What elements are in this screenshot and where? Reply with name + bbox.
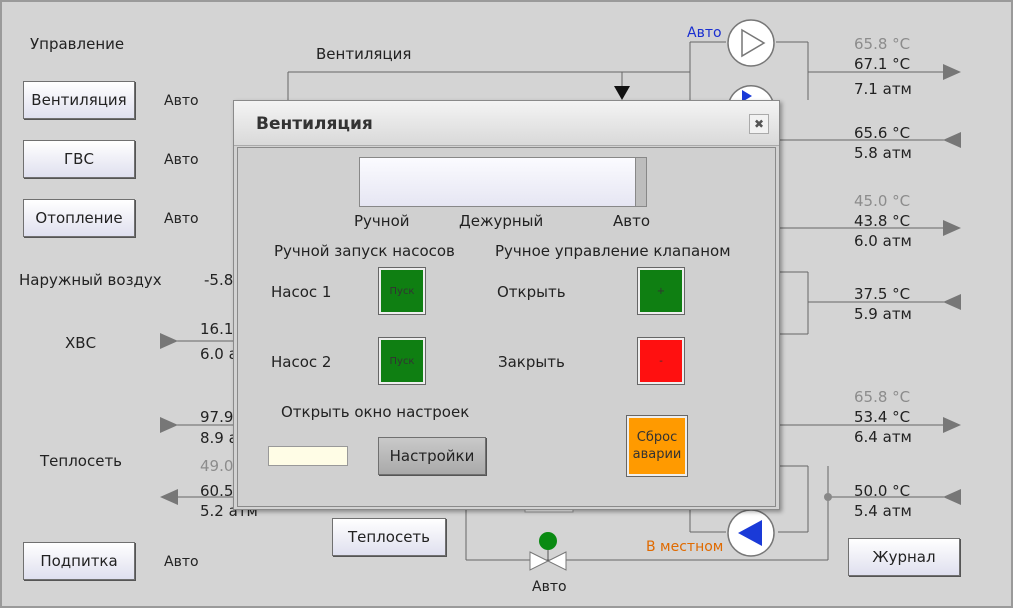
close-icon[interactable]: ✖	[749, 114, 769, 134]
net-out-temp: 60.5	[200, 482, 234, 500]
valve-close-label: Закрыть	[498, 353, 565, 371]
mode-slider[interactable]	[359, 157, 647, 207]
right-6-temp: 50.0 °C	[854, 482, 911, 500]
pumps-header: Ручной запуск насосов	[274, 242, 455, 260]
gvs-button[interactable]: ГВС	[23, 140, 135, 178]
right-1-gray: 65.8 °C	[854, 35, 911, 53]
heating-button[interactable]: Отопление	[23, 199, 135, 237]
right-2-temp: 65.6 °C	[854, 124, 911, 142]
reset-alarm-line1: Сброс	[636, 430, 678, 445]
pump1-label: Насос 1	[271, 283, 332, 301]
right-1-press: 7.1 атм	[854, 80, 912, 98]
pump-bottom-mode: В местном	[646, 539, 724, 555]
right-5-press: 6.4 атм	[854, 428, 912, 446]
hvs-temp: 16.1	[200, 320, 234, 338]
valve-close-button[interactable]: -	[637, 337, 685, 385]
makeup-button[interactable]: Подпитка	[23, 542, 135, 580]
ventilation-button[interactable]: Вентиляция	[23, 81, 135, 119]
right-3-gray: 45.0 °C	[854, 192, 911, 210]
settings-input[interactable]	[268, 446, 348, 466]
valve-open-label: Открыть	[497, 283, 566, 301]
heatnet-button[interactable]: Теплосеть	[332, 518, 446, 556]
gvs-mode: Авто	[164, 152, 199, 168]
pump-bottom-icon[interactable]	[726, 508, 776, 558]
settings-header: Открыть окно настроек	[281, 403, 470, 421]
dialog-titlebar[interactable]: Вентиляция ✖	[234, 101, 779, 146]
pump-top-icon[interactable]	[726, 18, 776, 68]
right-4-temp: 37.5 °C	[854, 285, 911, 303]
net-gray-value: 49.0	[200, 457, 234, 475]
pump2-label: Насос 2	[271, 353, 332, 371]
ventilation-line-label: Вентиляция	[316, 45, 412, 63]
reset-alarm-line2: аварии	[632, 447, 682, 462]
reset-alarm-button[interactable]: Сброс аварии	[626, 415, 688, 477]
heatnet-label: Теплосеть	[40, 452, 123, 470]
mode-manual-label: Ручной	[354, 212, 410, 230]
right-4-press: 5.9 атм	[854, 305, 912, 323]
pump-top-mode: Авто	[687, 25, 722, 41]
pump1-start-button[interactable]: Пуск	[378, 267, 426, 315]
ventilation-dialog: Вентиляция ✖ Ручной Дежурный Авто Ручной…	[233, 100, 780, 510]
dialog-title: Вентиляция	[256, 114, 373, 134]
right-1-temp: 67.1 °C	[854, 55, 911, 73]
outdoor-air-value: -5.8	[204, 271, 234, 289]
outdoor-air-label: Наружный воздух	[19, 271, 162, 289]
valve-header: Ручное управление клапаном	[495, 242, 731, 260]
ventilation-mode: Авто	[164, 93, 199, 109]
right-6-press: 5.4 атм	[854, 502, 912, 520]
heating-mode: Авто	[164, 211, 199, 227]
makeup-mode: Авто	[164, 554, 199, 570]
right-3-temp: 43.8 °C	[854, 212, 911, 230]
right-3-press: 6.0 атм	[854, 232, 912, 250]
pump2-start-button[interactable]: Пуск	[378, 337, 426, 385]
control-title: Управление	[30, 35, 125, 53]
pump-second-icon[interactable]	[726, 80, 776, 100]
mode-duty-label: Дежурный	[459, 212, 544, 230]
mode-auto-label: Авто	[613, 212, 651, 230]
net-in-temp: 97.9	[200, 408, 234, 426]
right-2-press: 5.8 атм	[854, 144, 912, 162]
hvs-label: ХВС	[65, 334, 97, 352]
dialog-body: Ручной Дежурный Авто Ручной запуск насос…	[237, 147, 776, 507]
right-5-temp: 53.4 °C	[854, 408, 911, 426]
right-5-gray: 65.8 °C	[854, 388, 911, 406]
settings-button[interactable]: Настройки	[378, 437, 486, 475]
valve-open-button[interactable]: +	[637, 267, 685, 315]
journal-button[interactable]: Журнал	[848, 538, 960, 576]
mode-slider-thumb[interactable]	[635, 158, 646, 206]
valve-mode: Авто	[532, 579, 567, 595]
